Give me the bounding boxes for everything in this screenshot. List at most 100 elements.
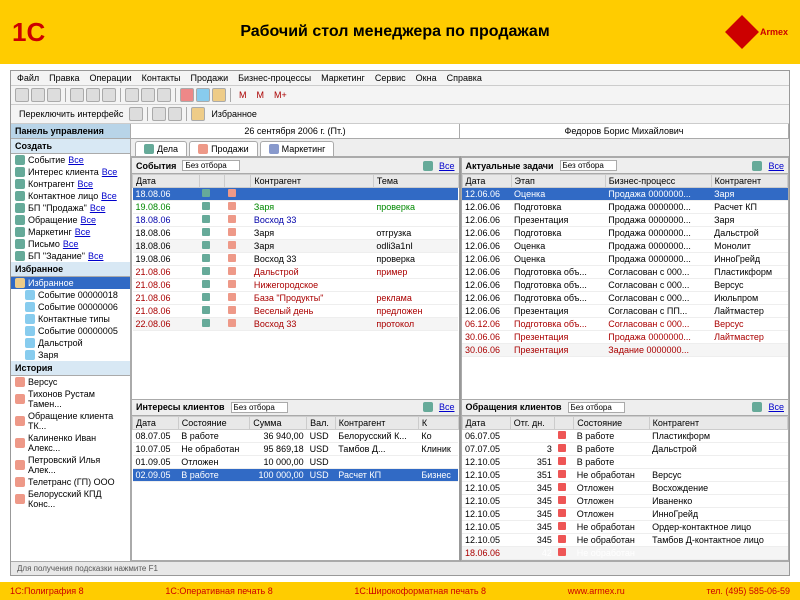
sidebar-create-item[interactable]: Обращение Все	[11, 214, 130, 226]
sidebar-fav-item[interactable]: Заря	[21, 349, 130, 361]
interests-grid[interactable]: ДатаСостояниеСуммаВал.КонтрагентК08.07.0…	[132, 416, 459, 560]
tab-marketing[interactable]: Маркетинг	[260, 141, 335, 156]
filter-icon[interactable]	[423, 402, 433, 412]
sidebar-fav-root[interactable]: Избранное	[11, 277, 130, 289]
filter-icon[interactable]	[752, 402, 762, 412]
tasks-all-link[interactable]: Все	[768, 161, 784, 171]
sidebar-hist-item[interactable]: Петровский Илья Алек...	[11, 454, 130, 476]
table-row[interactable]: 21.08.06Нижегородское	[133, 279, 459, 292]
table-row[interactable]: 21.08.06Веселый деньпредложен	[133, 305, 459, 318]
table-row[interactable]: 12.06.06ОценкаПродажа 0000000...Монолит	[462, 240, 788, 253]
table-row[interactable]: 06.07.05В работеПластикформ	[462, 429, 788, 442]
tasks-grid[interactable]: ДатаЭтапБизнес-процессКонтрагент12.06.06…	[462, 174, 789, 399]
menu-bp[interactable]: Бизнес-процессы	[238, 73, 311, 83]
table-row[interactable]: 19.08.06Заряпроверка	[133, 201, 459, 214]
tab-dela[interactable]: Дела	[135, 141, 187, 156]
table-row[interactable]: 02.09.05В работе100 000,00USDРасчет КПБи…	[133, 468, 459, 481]
sidebar-create-item[interactable]: Письмо Все	[11, 238, 130, 250]
tb-save-icon[interactable]	[47, 88, 61, 102]
table-row[interactable]: 12.10.05345ОтложенИваненко	[462, 494, 788, 507]
tb-calendar-icon[interactable]	[157, 88, 171, 102]
table-row[interactable]: 12.06.06ПодготовкаПродажа 0000000...Расч…	[462, 201, 788, 214]
menu-help[interactable]: Справка	[447, 73, 482, 83]
table-row[interactable]: 18.08.06Восход 33	[133, 214, 459, 227]
tb-m3[interactable]: M+	[270, 90, 291, 100]
table-row[interactable]: 21.08.06База "Продукты"реклама	[133, 292, 459, 305]
appeals-all-link[interactable]: Все	[768, 402, 784, 412]
table-row[interactable]: 08.07.05В работе36 940,00USDБелорусский …	[133, 429, 459, 442]
sidebar-create-item[interactable]: БП "Задание" Все	[11, 250, 130, 262]
menu-edit[interactable]: Правка	[49, 73, 79, 83]
sidebar-create-item[interactable]: Событие Все	[11, 154, 130, 166]
table-row[interactable]: 18.08.06Заряodli3a1nI	[133, 240, 459, 253]
table-row[interactable]: 12.06.06Подготовка объ...Согласован с 00…	[462, 266, 788, 279]
menu-file[interactable]: Файл	[17, 73, 39, 83]
table-row[interactable]: 12.06.06Подготовка объ...Согласован с 00…	[462, 292, 788, 305]
sidebar-hist-item[interactable]: Обращение клиента ТК...	[11, 410, 130, 432]
events-all-link[interactable]: Все	[439, 161, 455, 171]
table-row[interactable]: 10.07.05Не обработан95 869,18USDТамбов Д…	[133, 442, 459, 455]
menubar[interactable]: Файл Правка Операции Контакты Продажи Би…	[11, 71, 789, 86]
table-row[interactable]: 12.10.05345Не обработанОрдер-контактное …	[462, 520, 788, 533]
table-row[interactable]: 12.06.06ОценкаПродажа 0000000...Заря	[462, 188, 788, 201]
sidebar-create-item[interactable]: Маркетинг Все	[11, 226, 130, 238]
sidebar-hist-item[interactable]: Калиненко Иван Алекс...	[11, 432, 130, 454]
table-row[interactable]: 19.08.06Восход 33проверка	[133, 253, 459, 266]
switch-ui-button[interactable]: Переключить интерфейс	[15, 109, 127, 119]
table-row[interactable]: 12.10.05345ОтложенИнноГрейд	[462, 507, 788, 520]
menu-contacts[interactable]: Контакты	[142, 73, 181, 83]
sidebar-create-item[interactable]: Контрагент Все	[11, 178, 130, 190]
sidebar-fav-item[interactable]: Событие 00000006	[21, 301, 130, 313]
sidebar-fav-item[interactable]: Событие 00000018	[21, 289, 130, 301]
table-row[interactable]: 12.06.06ПрезентацияПродажа 0000000...Зар…	[462, 214, 788, 227]
interests-filter[interactable]: Без отбора	[231, 402, 288, 413]
tb-paste-icon[interactable]	[102, 88, 116, 102]
tb-fav2-icon[interactable]	[168, 107, 182, 121]
sidebar-fav-item[interactable]: Контактные типы	[21, 313, 130, 325]
table-row[interactable]: 12.06.06Подготовка объ...Согласован с 00…	[462, 279, 788, 292]
tb-open-icon[interactable]	[31, 88, 45, 102]
menu-service[interactable]: Сервис	[375, 73, 406, 83]
filter-icon[interactable]	[423, 161, 433, 171]
sidebar-hist-item[interactable]: Версус	[11, 376, 130, 388]
table-row[interactable]: 21.08.06Дальстройпример	[133, 266, 459, 279]
tb-m1[interactable]: M	[235, 90, 251, 100]
table-row[interactable]: 22.08.06Восход 33протокол	[133, 318, 459, 331]
table-row[interactable]: 30.06.06ПрезентацияЗадание 0000000...	[462, 344, 788, 357]
tb-calc-icon[interactable]	[141, 88, 155, 102]
tasks-filter[interactable]: Без отбора	[560, 160, 617, 171]
appeals-filter[interactable]: Без отбора	[568, 402, 625, 413]
table-row[interactable]: 12.06.06ОценкаПродажа 0000000...ИнноГрей…	[462, 253, 788, 266]
menu-sales[interactable]: Продажи	[191, 73, 229, 83]
table-row[interactable]: 18.08.06	[133, 188, 459, 201]
menu-windows[interactable]: Окна	[416, 73, 437, 83]
menu-ops[interactable]: Операции	[90, 73, 132, 83]
tb-new-icon[interactable]	[15, 88, 29, 102]
user-label[interactable]: Федоров Борис Михайлович	[460, 124, 789, 138]
date-label[interactable]: 26 сентября 2006 г. (Пт.)	[131, 124, 460, 138]
appeals-grid[interactable]: ДатаОтг. дн.СостояниеКонтрагент06.07.05В…	[462, 416, 789, 560]
table-row[interactable]: 12.06.06ПодготовкаПродажа 0000000...Даль…	[462, 227, 788, 240]
table-row[interactable]: 06.12.06Подготовка объ...Согласован с 00…	[462, 318, 788, 331]
tb-m2[interactable]: M	[253, 90, 269, 100]
sidebar-create-item[interactable]: Интерес клиента Все	[11, 166, 130, 178]
tb-c-icon[interactable]	[212, 88, 226, 102]
table-row[interactable]: 01.09.05Отложен10 000,00USD	[133, 455, 459, 468]
table-row[interactable]: 07.07.053В работеДальстрой	[462, 442, 788, 455]
table-row[interactable]: 12.10.05345Не обработанТамбов Д-контактн…	[462, 533, 788, 546]
sidebar-fav-item[interactable]: Дальстрой	[21, 337, 130, 349]
sidebar-fav-item[interactable]: Событие 00000005	[21, 325, 130, 337]
menu-marketing[interactable]: Маркетинг	[321, 73, 365, 83]
table-row[interactable]: 30.06.06ПрезентацияПродажа 0000000...Лай…	[462, 331, 788, 344]
tb-b-icon[interactable]	[196, 88, 210, 102]
sidebar-create-item[interactable]: БП "Продажа" Все	[11, 202, 130, 214]
tb-find-icon[interactable]	[125, 88, 139, 102]
table-row[interactable]: 12.10.05351Не обработанВерсус	[462, 468, 788, 481]
tb-copy-icon[interactable]	[86, 88, 100, 102]
sidebar-hist-item[interactable]: Тихонов Рустам Тамен...	[11, 388, 130, 410]
sidebar-hist-item[interactable]: Белорусский КПД Конс...	[11, 488, 130, 510]
table-row[interactable]: 12.10.05345ОтложенВосхождение	[462, 481, 788, 494]
sidebar-create-item[interactable]: Контактное лицо Все	[11, 190, 130, 202]
favorites-button[interactable]: Избранное	[207, 109, 261, 119]
star-icon[interactable]	[191, 107, 205, 121]
